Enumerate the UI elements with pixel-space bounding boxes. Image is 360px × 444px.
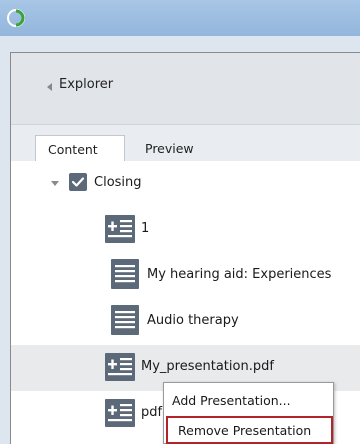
- tree-item[interactable]: My hearing aid: Experiences: [11, 253, 360, 299]
- context-menu: Add Presentation... Remove Presentation: [163, 382, 334, 444]
- window-titlebar: [0, 0, 360, 36]
- explorer-title: Explorer: [59, 77, 114, 92]
- menu-item-remove-presentation[interactable]: Remove Presentation: [166, 416, 333, 444]
- tree-item-label: 1: [141, 221, 150, 236]
- document-icon: [111, 305, 139, 335]
- explorer-header[interactable]: Explorer: [11, 53, 360, 125]
- tree-root-label: Closing: [94, 175, 142, 190]
- collapse-left-icon[interactable]: [47, 83, 52, 91]
- tree-item[interactable]: Audio therapy: [11, 299, 360, 345]
- tab-preview[interactable]: Preview: [133, 135, 213, 161]
- add-document-icon: [105, 353, 135, 381]
- tree-item-label: Audio therapy: [147, 313, 239, 328]
- add-document-icon: [105, 215, 135, 243]
- tab-content[interactable]: Content: [35, 135, 125, 161]
- add-document-icon: [105, 399, 135, 427]
- tree-item-label: My_presentation.pdf: [141, 359, 274, 374]
- menu-item-label: Remove Presentation: [178, 423, 312, 438]
- tree-item[interactable]: 1: [11, 207, 360, 253]
- tree-item-label: pdf: [141, 405, 163, 420]
- menu-item-add-presentation[interactable]: Add Presentation...: [172, 393, 291, 408]
- app-logo-icon: [7, 9, 25, 27]
- checked-checkbox-icon[interactable]: [69, 173, 87, 191]
- document-icon: [111, 259, 139, 289]
- expand-caret-icon[interactable]: [51, 181, 59, 186]
- tree-root-closing[interactable]: Closing: [11, 161, 360, 207]
- tab-bar: Content Preview: [11, 125, 360, 161]
- tree-item-label: My hearing aid: Experiences: [147, 267, 332, 282]
